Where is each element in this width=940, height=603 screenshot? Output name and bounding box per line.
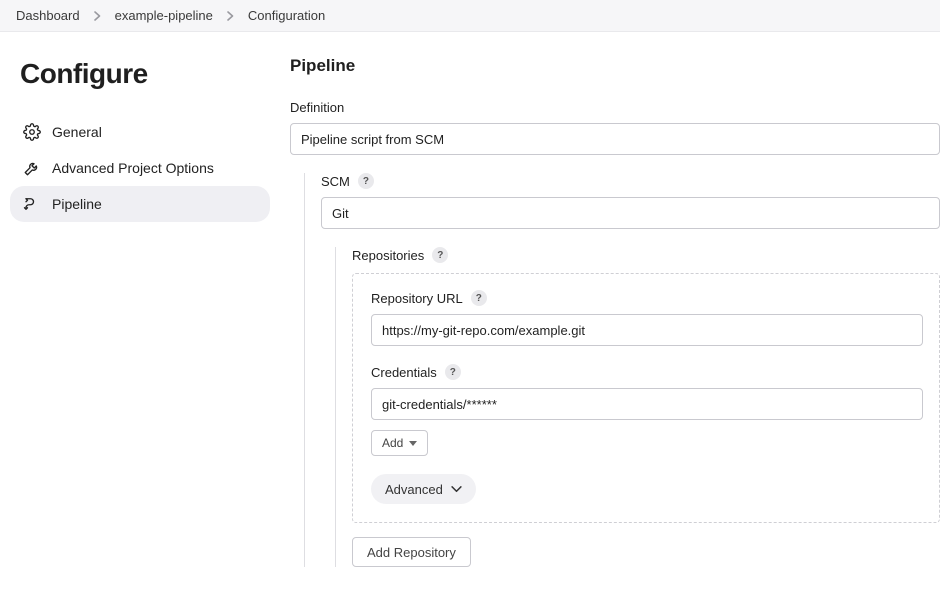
field-definition: Definition Pipeline script from SCM: [290, 100, 940, 155]
sidebar: Configure General Advanced Project Optio…: [0, 32, 280, 603]
pipeline-icon: [22, 195, 42, 213]
help-icon[interactable]: ?: [445, 364, 461, 380]
section-heading: Pipeline: [290, 56, 940, 76]
chevron-right-icon: [94, 11, 101, 21]
select-value: git-credentials/******: [382, 397, 497, 412]
sidebar-item-label: General: [52, 124, 102, 140]
chevron-down-icon: [409, 441, 417, 446]
sidebar-item-label: Advanced Project Options: [52, 160, 214, 176]
breadcrumb-item-project[interactable]: example-pipeline: [115, 8, 213, 23]
page-title: Configure: [20, 58, 260, 90]
add-repository-button[interactable]: Add Repository: [352, 537, 471, 567]
label-text: Repositories: [352, 248, 424, 263]
label-text: SCM: [321, 174, 350, 189]
wrench-icon: [22, 159, 42, 177]
sidebar-item-general[interactable]: General: [10, 114, 270, 150]
button-label: Advanced: [385, 482, 443, 497]
label-text: Credentials: [371, 365, 437, 380]
label-text: Definition: [290, 100, 344, 115]
content: Pipeline Definition Pipeline script from…: [280, 32, 940, 603]
gear-icon: [22, 123, 42, 141]
chevron-right-icon: [227, 11, 234, 21]
button-label: Add Repository: [367, 545, 456, 560]
help-icon[interactable]: ?: [471, 290, 487, 306]
sidebar-item-advanced[interactable]: Advanced Project Options: [10, 150, 270, 186]
breadcrumb: Dashboard example-pipeline Configuration: [0, 0, 940, 32]
repositories-block: Repositories ? Repository URL ?: [335, 247, 940, 567]
label-text: Repository URL: [371, 291, 463, 306]
help-icon[interactable]: ?: [358, 173, 374, 189]
select-value: Pipeline script from SCM: [301, 132, 444, 147]
help-icon[interactable]: ?: [432, 247, 448, 263]
advanced-toggle-button[interactable]: Advanced: [371, 474, 476, 504]
scm-select[interactable]: Git: [321, 197, 940, 229]
scm-block: SCM ? Git Repositories ? Repositor: [304, 173, 940, 567]
credentials-select[interactable]: git-credentials/******: [371, 388, 923, 420]
breadcrumb-item-dashboard[interactable]: Dashboard: [16, 8, 80, 23]
chevron-down-icon: [451, 486, 462, 493]
repository-entry: Repository URL ? Credentials ? git-crede…: [352, 273, 940, 523]
field-label: Definition: [290, 100, 940, 115]
sidebar-item-label: Pipeline: [52, 196, 102, 212]
add-credentials-button[interactable]: Add: [371, 430, 428, 456]
sidebar-item-pipeline[interactable]: Pipeline: [10, 186, 270, 222]
breadcrumb-item-current[interactable]: Configuration: [248, 8, 325, 23]
repository-url-input[interactable]: [371, 314, 923, 346]
definition-select[interactable]: Pipeline script from SCM: [290, 123, 940, 155]
button-label: Add: [382, 436, 403, 450]
select-value: Git: [332, 206, 349, 221]
